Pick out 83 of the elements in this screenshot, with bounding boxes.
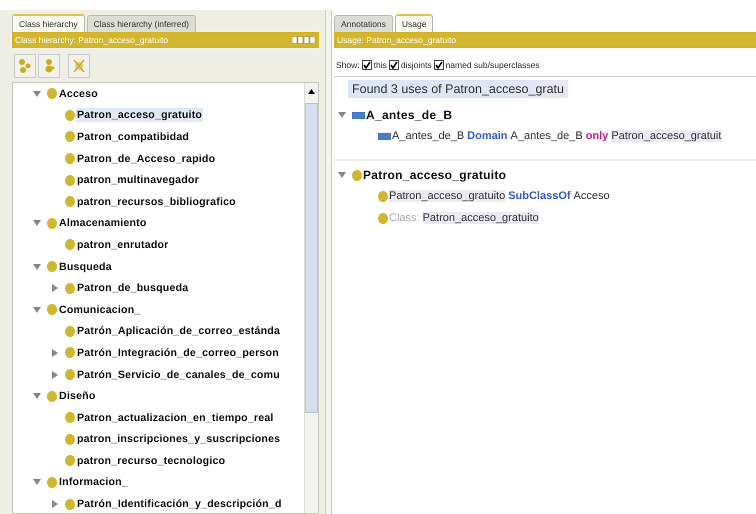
axiom-text: A_antes_de_B Domain A_antes_de_B only Patron_acceso_gratuit (392, 130, 722, 142)
tree-item[interactable]: Informacion_ (58, 475, 129, 490)
tree-item[interactable]: Comunicacion_ (58, 302, 142, 317)
class-icon (65, 369, 75, 380)
collapse-toggle[interactable] (338, 111, 346, 119)
tree-item[interactable]: Patrón_Servicio_de_canales_de_comu (76, 368, 281, 382)
class-icon (65, 412, 75, 424)
class-icon (47, 261, 57, 272)
expand-toggle[interactable] (51, 370, 59, 379)
tree-item[interactable]: Patrón_Identificación_y_descripción_d (76, 497, 283, 512)
class-icon (65, 239, 75, 250)
tree-item[interactable]: Patrón_Aplicación_de_correo_estánda (76, 324, 282, 338)
tree-item[interactable]: Patron_de_Acceso_rapido (76, 152, 216, 166)
nodes-icon (18, 58, 32, 74)
add-subclass-button[interactable] (14, 54, 36, 78)
class-icon (65, 174, 75, 186)
class-icon (352, 170, 362, 180)
panel-title: Usage: Patron_acceso_gratuito (337, 35, 456, 45)
class-icon (47, 218, 57, 229)
checkbox[interactable] (362, 60, 372, 70)
usage-entity[interactable]: Patron_acceso_gratuito (363, 168, 506, 182)
collapse-toggle[interactable] (33, 262, 41, 271)
delete-icon (72, 58, 86, 74)
tree-item[interactable]: patron_multinavegador (76, 173, 200, 188)
show-label: Show: (336, 60, 360, 70)
class-icon (47, 88, 57, 100)
class-icon (65, 196, 75, 208)
class-icon (47, 304, 57, 316)
expand-toggle[interactable] (51, 284, 59, 292)
class-icon (65, 282, 75, 294)
class-icon (378, 212, 388, 224)
tree-item[interactable]: Patron_actualizacion_en_tiempo_real (76, 410, 275, 425)
collapse-toggle[interactable] (33, 392, 41, 400)
collapse-toggle[interactable] (33, 219, 41, 228)
class-icon (65, 347, 75, 358)
class-icon (65, 153, 75, 164)
class-icon (378, 190, 388, 202)
collapse-toggle[interactable] (33, 90, 41, 98)
collapse-toggle[interactable] (33, 478, 41, 486)
class-icon (65, 131, 75, 142)
checkbox[interactable] (388, 60, 399, 70)
collapse-toggle[interactable] (338, 171, 346, 179)
expand-toggle[interactable] (51, 500, 59, 508)
checkbox-label: named sub/superclasses (446, 60, 540, 70)
tree-item[interactable]: patron_inscripciones_y_suscripciones (76, 432, 282, 446)
tree-item[interactable]: Patron_acceso_gratuito (76, 108, 204, 122)
class-icon (65, 498, 75, 510)
tree-item[interactable]: Diseño (58, 389, 97, 404)
usage-entity[interactable]: A_antes_de_B (366, 108, 452, 122)
expand-toggle[interactable] (51, 348, 59, 357)
class-icon (65, 434, 75, 445)
checkbox-label: this (374, 60, 387, 70)
class-icon (65, 455, 75, 466)
class-icon (47, 476, 57, 488)
tree-item[interactable]: patron_enrutador (76, 238, 170, 252)
tab[interactable]: Class hierarchy (inferred) (86, 15, 196, 32)
tree-item[interactable]: Acceso (58, 86, 99, 101)
tree-item[interactable]: Busqueda (58, 260, 113, 274)
class-icon (47, 390, 57, 402)
checkbox-label: disjoints (400, 60, 432, 70)
tree-item[interactable]: patron_recurso_tecnologico (76, 454, 226, 468)
panel-title: Class hierarchy: Patron_acceso_gratuito (15, 35, 168, 45)
scrollbar[interactable] (304, 83, 318, 513)
tab[interactable]: Usage (394, 14, 434, 32)
delete-button[interactable] (68, 54, 90, 78)
window-controls-icon[interactable] (292, 36, 316, 44)
tab[interactable]: Class hierarchy (12, 14, 85, 32)
checkbox[interactable] (434, 60, 444, 70)
property-icon (378, 132, 391, 140)
tab[interactable]: Annotations (334, 15, 393, 32)
tree-item[interactable]: Patrón_Integración_de_correo_person (76, 346, 280, 360)
add-sibling-button[interactable] (38, 54, 60, 78)
property-icon (352, 112, 365, 118)
tree-item[interactable]: Almacenamiento (58, 216, 148, 230)
collapse-toggle[interactable] (33, 306, 41, 314)
usage-summary: Found 3 uses of Patron_acceso_gratu (348, 80, 568, 98)
tree-item[interactable]: Patron_compatibidad (76, 130, 190, 144)
class-icon (65, 110, 75, 121)
axiom-text: Patron_acceso_gratuito SubClassOf Acceso (389, 190, 611, 202)
class-icon (65, 326, 75, 337)
tree-item[interactable]: patron_recursos_bibliografico (76, 194, 237, 209)
tree-item[interactable]: Patron_de_busqueda (76, 281, 190, 296)
axiom-text: Class: Patron_acceso_gratuito (389, 212, 540, 224)
